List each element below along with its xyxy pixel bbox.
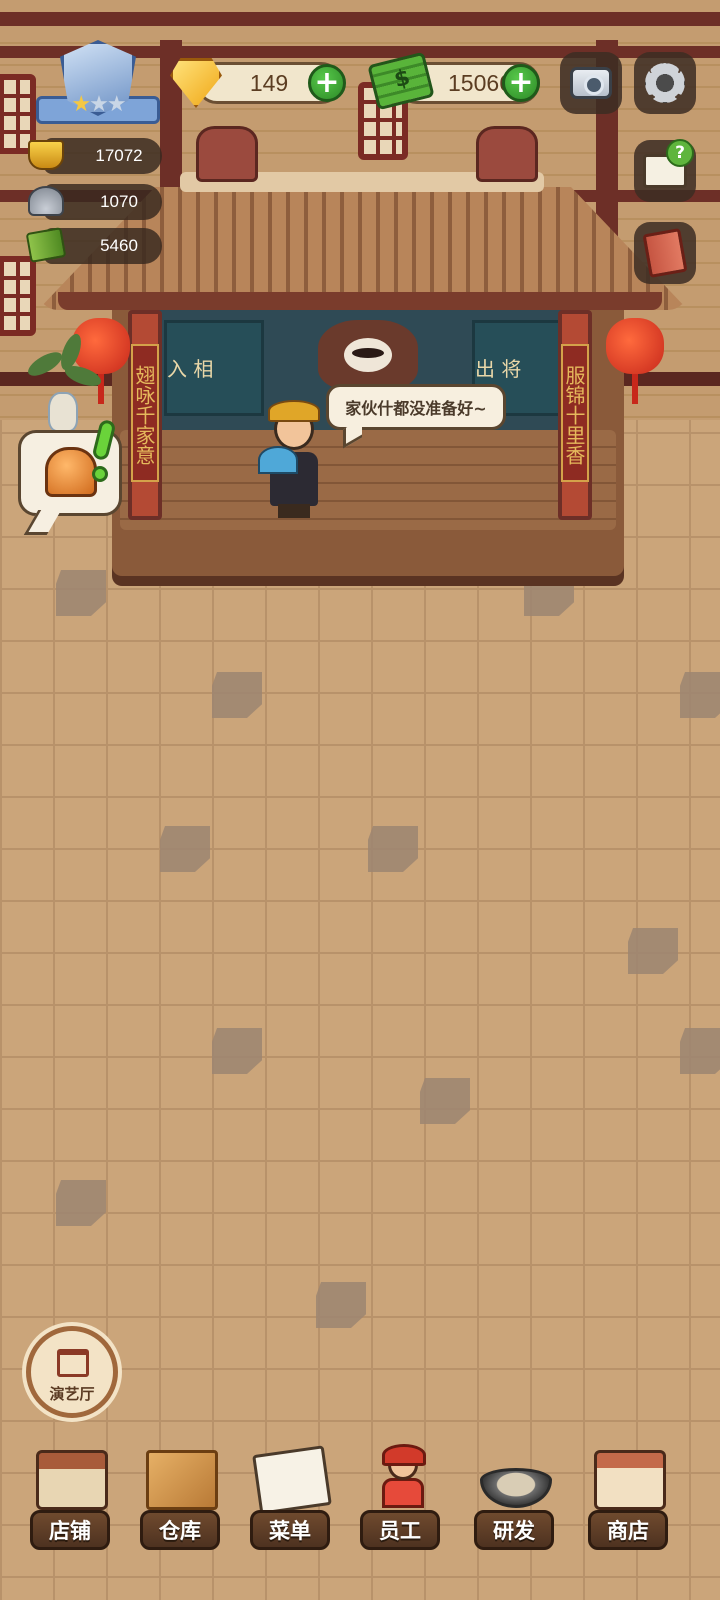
- roof-ornament: [476, 126, 538, 182]
- staff-body: [382, 1478, 424, 1508]
- nav-shop[interactable]: 店铺: [16, 1450, 126, 1560]
- floor-stain: [680, 1028, 720, 1074]
- nav-warehouse-label: 仓库: [140, 1510, 220, 1550]
- curtain-left-text: 入 相: [167, 357, 214, 381]
- gear-icon: [645, 63, 685, 103]
- opera-performer[interactable]: [258, 400, 326, 520]
- menu-icon: [252, 1445, 332, 1515]
- fan-icon: [258, 446, 298, 474]
- nav-shop-label: 店铺: [30, 1510, 110, 1550]
- exclamation-dot: [92, 466, 108, 482]
- roof-eave: [58, 292, 662, 310]
- bottom-nav: 店铺 仓库 菜单 员工 研发 商店: [0, 1440, 720, 1600]
- nav-menu[interactable]: 菜单: [236, 1445, 346, 1560]
- staff-hat: [382, 1444, 426, 1466]
- couplet-right: 服锦十里香: [561, 344, 589, 482]
- roof-ornament: [196, 126, 258, 182]
- hall-icon: [57, 1349, 89, 1377]
- store-icon: [594, 1450, 666, 1510]
- wall-beam: [0, 12, 720, 26]
- nav-menu-label: 菜单: [250, 1510, 330, 1550]
- warehouse-icon: [146, 1450, 218, 1510]
- guide-button[interactable]: [634, 139, 696, 202]
- floor-stain: [56, 570, 106, 616]
- floor-stain: [524, 570, 574, 616]
- floor-stain: [368, 826, 418, 872]
- exclamation-bar: [91, 418, 117, 462]
- performance-hall-label: 演艺厅: [49, 1385, 95, 1403]
- nav-staff[interactable]: 员工: [346, 1444, 456, 1560]
- camera-button[interactable]: [560, 52, 622, 114]
- rank-badge[interactable]: ★★★: [36, 40, 160, 130]
- plant-pot-icon: [48, 392, 78, 432]
- floor-stain: [420, 1078, 470, 1124]
- gold-value: 17072: [95, 146, 143, 165]
- bell-icon: [45, 447, 97, 497]
- shop-icon: [36, 1450, 108, 1510]
- couplet-left: 翅咏千家意: [131, 344, 159, 482]
- staff-icon: [366, 1444, 438, 1510]
- camera-icon: [570, 67, 612, 99]
- floor-stain: [212, 672, 262, 718]
- restaurant-floor[interactable]: [0, 420, 720, 1600]
- floor-stain: [56, 1180, 106, 1226]
- recipe-book-button[interactable]: [634, 222, 696, 284]
- floor-stain: [316, 1282, 366, 1328]
- exclamation-icon: [91, 418, 117, 484]
- opera-mask-decoration: [318, 320, 418, 390]
- guide-book-icon: [643, 139, 694, 188]
- floor-stain: [628, 928, 678, 974]
- recipe-book-icon: [642, 228, 688, 278]
- nav-research[interactable]: 研发: [460, 1450, 570, 1560]
- nav-warehouse[interactable]: 仓库: [126, 1450, 236, 1560]
- settings-button[interactable]: [634, 52, 696, 114]
- research-icon: [480, 1468, 552, 1508]
- curtain-right-text: 出 将: [475, 357, 522, 381]
- floor-stain: [160, 826, 210, 872]
- recipes-value: 5460: [100, 236, 138, 255]
- lattice-window: [0, 256, 36, 336]
- speech-text: 家伙什都没准备好~: [345, 399, 487, 418]
- lantern-icon: [606, 318, 664, 404]
- performer-legs: [278, 504, 310, 518]
- floor-stain: [212, 1028, 262, 1074]
- nav-research-label: 研发: [474, 1510, 554, 1550]
- cloche-icon: [28, 186, 64, 216]
- speech-bubble: 家伙什都没准备好~: [326, 384, 506, 430]
- nav-store[interactable]: 商店: [574, 1450, 684, 1560]
- floor-stain: [680, 672, 720, 718]
- gold-ingot-icon: [28, 140, 64, 170]
- nav-staff-label: 员工: [360, 1510, 440, 1550]
- add-gems-button[interactable]: +: [308, 64, 346, 102]
- performer-crown: [268, 400, 320, 422]
- recipe-book-stat-icon: [25, 227, 67, 263]
- stage-floor: [120, 430, 616, 530]
- curtain-left: 入 相: [164, 320, 264, 416]
- add-cash-button[interactable]: +: [502, 64, 540, 102]
- rank-stars: ★★★: [71, 92, 126, 117]
- performance-hall-button[interactable]: 演艺厅: [26, 1326, 118, 1418]
- nav-store-label: 商店: [588, 1510, 668, 1550]
- dishes-value: 1070: [100, 192, 138, 211]
